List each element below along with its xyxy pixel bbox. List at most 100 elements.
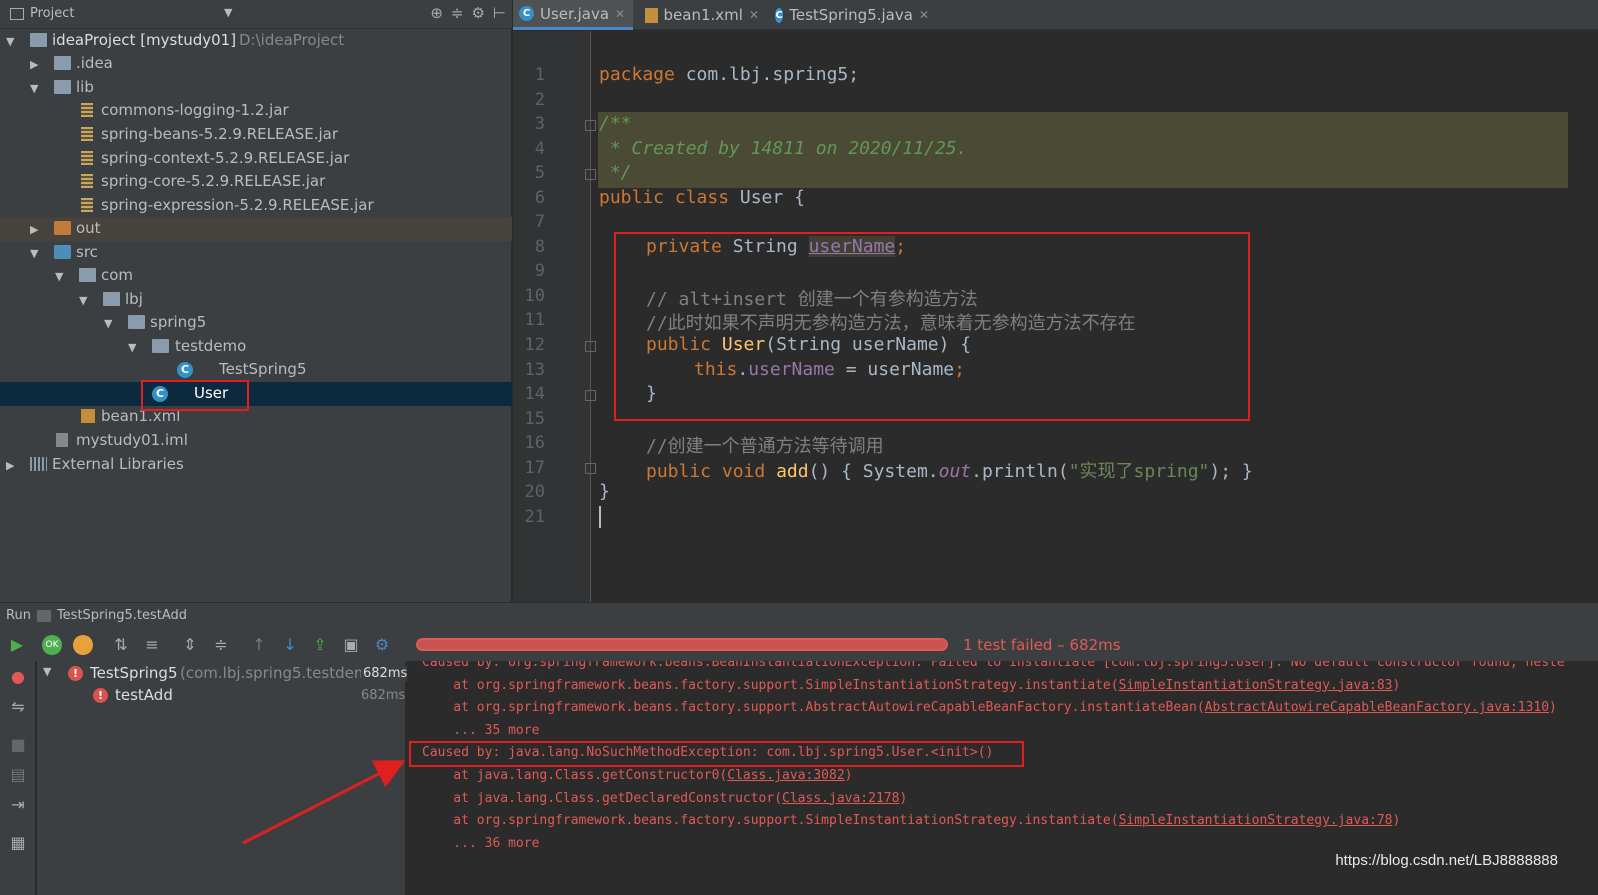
tree-item-jar[interactable]: spring-context-5.2.9.RELEASE.jar <box>0 147 512 171</box>
comment: //创建一个普通方法等待调用 <box>646 436 884 457</box>
expanded-arrow-icon[interactable]: ▼ <box>43 665 51 678</box>
tab-bean1-xml[interactable]: bean1.xml ✕ <box>639 0 765 30</box>
console-line: at org.springframework.beans.factory.sup… <box>422 813 1400 828</box>
line-number: 5 <box>534 163 545 183</box>
jar-icon <box>81 127 93 141</box>
stacktrace-link[interactable]: SimpleInstantiationStrategy.java:78 <box>1119 813 1393 828</box>
tree-item-com[interactable]: ▼ com <box>0 264 512 288</box>
expanded-arrow-icon[interactable]: ▼ <box>30 247 38 260</box>
line-number: 8 <box>534 237 545 257</box>
history-icon[interactable]: ▣ <box>341 635 361 655</box>
tree-item-iml[interactable]: mystudy01.iml <box>0 429 512 453</box>
tree-item-idea[interactable]: ▶ .idea <box>0 52 512 76</box>
expanded-arrow-icon[interactable]: ▼ <box>128 341 136 354</box>
run-side-toolbar: ● ⇋ ■ ▤ ⇥ ▦ <box>0 661 36 895</box>
expanded-arrow-icon[interactable]: ▼ <box>6 35 14 48</box>
show-ignored-icon[interactable] <box>73 635 93 655</box>
console-line: ... 35 more <box>422 723 539 738</box>
stop-icon[interactable]: ■ <box>8 735 28 755</box>
line-number: 16 <box>524 433 545 453</box>
expanded-arrow-icon[interactable]: ▼ <box>55 270 63 283</box>
stacktrace-link[interactable]: Class.java:2178 <box>782 791 899 806</box>
export-icon[interactable]: ⇪ <box>310 635 330 655</box>
test-case-name: testAdd <box>115 686 173 704</box>
fold-marker-icon[interactable] <box>585 463 596 474</box>
close-icon[interactable]: ✕ <box>919 8 929 22</box>
fold-marker-icon[interactable] <box>585 390 596 401</box>
show-passed-icon[interactable]: OK <box>42 635 62 655</box>
expanded-arrow-icon[interactable]: ▼ <box>30 82 38 95</box>
tree-item-label: testdemo <box>175 337 247 355</box>
fold-marker-icon[interactable] <box>585 341 596 352</box>
chevron-down-icon[interactable]: ▼ <box>224 6 232 19</box>
expanded-arrow-icon[interactable]: ▼ <box>79 294 87 307</box>
console-text: ) <box>844 768 853 783</box>
code-text: com.lbj.spring5; <box>674 64 860 85</box>
close-icon[interactable]: ✕ <box>749 8 759 22</box>
tree-item-label: com <box>101 266 134 284</box>
run-label: Run <box>6 608 31 623</box>
error-icon: ! <box>68 666 83 681</box>
tree-item-bean1[interactable]: bean1.xml <box>0 405 512 429</box>
close-icon[interactable]: ✕ <box>615 7 625 21</box>
tree-item-external-libraries[interactable]: ▶ External Libraries <box>0 453 512 477</box>
tree-item-jar[interactable]: spring-beans-5.2.9.RELEASE.jar <box>0 123 512 147</box>
stacktrace-link[interactable]: AbstractAutowireCapableBeanFactory.java:… <box>1205 700 1549 715</box>
line-number: 9 <box>534 261 545 281</box>
dump-threads-icon[interactable]: ▤ <box>8 765 28 785</box>
tree-item-user[interactable]: C User <box>0 382 512 406</box>
project-view-selector[interactable]: Project <box>10 6 74 21</box>
tree-item-spring5[interactable]: ▼ spring5 <box>0 311 512 335</box>
tree-item-jar[interactable]: commons-logging-1.2.jar <box>0 99 512 123</box>
stacktrace-link[interactable]: SimpleInstantiationStrategy.java:83 <box>1119 678 1393 693</box>
tree-item-label: spring5 <box>150 313 207 331</box>
tree-item-src[interactable]: ▼ src <box>0 241 512 265</box>
toggle-auto-test-icon[interactable]: ⇋ <box>8 697 28 717</box>
exit-icon[interactable]: ⇥ <box>8 795 28 815</box>
tree-item-root[interactable]: ▼ ideaProject [mystudy01] D:\ideaProject <box>0 29 512 53</box>
tree-item-jar[interactable]: spring-expression-5.2.9.RELEASE.jar <box>0 194 512 218</box>
gear-icon[interactable]: ⚙ <box>471 4 484 22</box>
tree-item-lib[interactable]: ▼ lib <box>0 76 512 100</box>
fold-marker-icon[interactable] <box>585 169 596 180</box>
run-config-name[interactable]: TestSpring5.testAdd <box>57 608 187 623</box>
expanded-arrow-icon[interactable]: ▼ <box>104 317 112 330</box>
sort-alpha-icon[interactable]: ⇅ <box>111 635 131 655</box>
fold-marker-icon[interactable] <box>585 120 596 131</box>
console-line: at org.springframework.beans.factory.sup… <box>422 678 1400 693</box>
project-tool-window: Project ▼ ⊕ ≑ ⚙ ⊢ ▼ ideaProject [mystudy… <box>0 0 512 602</box>
sort-duration-icon[interactable]: ≡ <box>142 635 162 655</box>
tree-item-testspring5[interactable]: C TestSpring5 <box>0 358 512 382</box>
next-icon[interactable]: ↓ <box>280 635 300 655</box>
test-suite-row[interactable]: ▼ ! TestSpring5 (com.lbj.spring5.testdem… <box>37 664 408 686</box>
tree-item-out[interactable]: ▶ out <box>0 217 512 241</box>
collapsed-arrow-icon[interactable]: ▶ <box>30 223 38 236</box>
collapsed-arrow-icon[interactable]: ▶ <box>30 58 38 71</box>
collapse-all-icon[interactable]: ≑ <box>211 635 231 655</box>
test-case-row[interactable]: ! testAdd 682ms <box>37 686 406 708</box>
code-text: User { <box>729 187 805 208</box>
hide-icon[interactable]: ⊢ <box>493 4 506 22</box>
tab-user-java[interactable]: C User.java ✕ <box>513 0 633 30</box>
tree-item-label: lib <box>76 78 94 96</box>
test-status: 1 test failed – 682ms <box>963 636 1121 654</box>
collapsed-arrow-icon[interactable]: ▶ <box>6 459 14 472</box>
expand-all-icon[interactable]: ⇕ <box>180 635 200 655</box>
collapse-all-icon[interactable]: ≑ <box>451 4 464 22</box>
rerun-icon[interactable]: ▶ <box>7 635 27 655</box>
package-icon <box>79 268 96 282</box>
stacktrace-link[interactable]: Class.java:3082 <box>727 768 844 783</box>
keyword: public class <box>599 187 730 208</box>
locate-icon[interactable]: ⊕ <box>430 4 443 22</box>
code-line: } <box>599 481 610 502</box>
gear-icon[interactable]: ⚙ <box>372 635 392 655</box>
console-text: Caused by: org.springframework.beans.Bea… <box>422 661 1565 670</box>
layout-icon[interactable]: ▦ <box>8 833 28 853</box>
previous-icon[interactable]: ↑ <box>249 635 269 655</box>
tree-item-jar[interactable]: spring-core-5.2.9.RELEASE.jar <box>0 170 512 194</box>
run-tool-window-header: Run TestSpring5.testAdd <box>0 602 1598 628</box>
rerun-failed-icon[interactable]: ● <box>8 667 28 687</box>
tree-item-testdemo[interactable]: ▼ testdemo <box>0 335 512 359</box>
tree-item-lbj[interactable]: ▼ lbj <box>0 288 512 312</box>
tab-testspring5-java[interactable]: C TestSpring5.java ✕ <box>769 0 935 30</box>
